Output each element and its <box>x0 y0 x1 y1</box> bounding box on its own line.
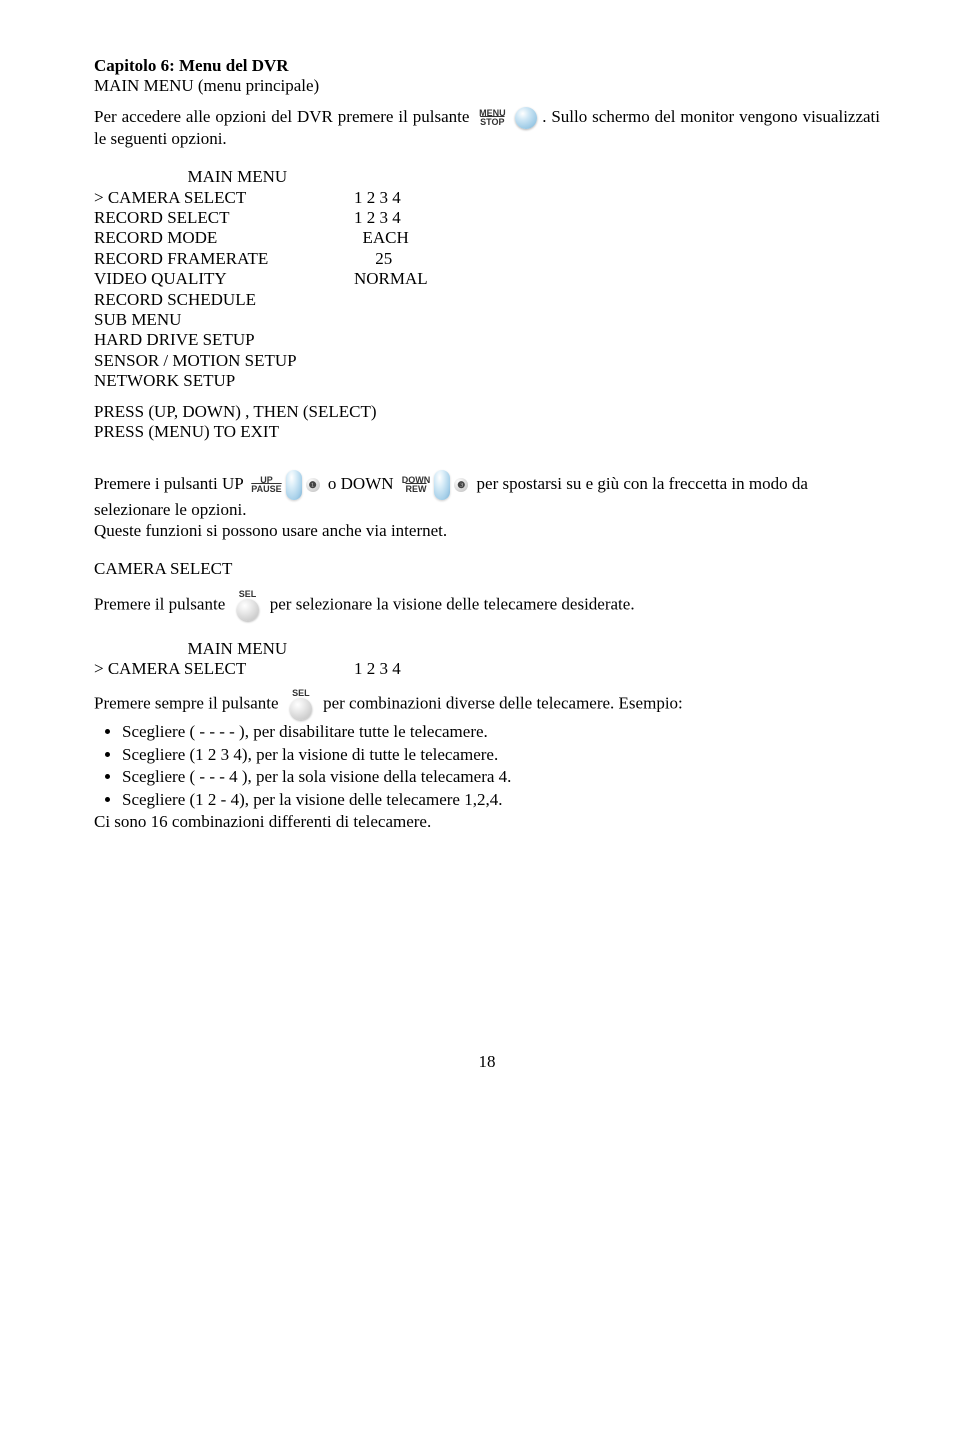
page-number: 18 <box>94 1052 880 1072</box>
camera-sempre-after: per combinazioni diverse delle telecamer… <box>323 694 683 713</box>
menu-item: RECORD SCHEDULE <box>94 290 354 310</box>
menu-value: 25 <box>354 249 474 269</box>
camera-bullet-list: Scegliere ( - - - - ), per disabilitare … <box>122 722 880 810</box>
intro-paragraph: Per accedere alle opzioni del DVR premer… <box>94 107 880 149</box>
menu-item: RECORD FRAMERATE <box>94 249 354 269</box>
camera-bullet: Scegliere (1 2 3 4), per la visione di t… <box>122 745 880 765</box>
camera-menu-value: 1 2 3 4 <box>354 659 474 679</box>
menu-hint-2: PRESS (MENU) TO EXIT <box>94 422 880 442</box>
menu-item: > CAMERA SELECT <box>94 188 354 208</box>
nav-text-a: Premere i pulsanti UP <box>94 474 247 493</box>
menu-item: HARD DRIVE SETUP <box>94 330 354 350</box>
camera-bullet: Scegliere (1 2 - 4), per la visione dell… <box>122 790 880 810</box>
down-pill-icon[interactable] <box>434 470 450 500</box>
menu-value: 1 2 3 4 <box>354 208 474 228</box>
menu-stop-button[interactable]: MENU STOP <box>474 109 510 127</box>
main-menu-block: MAIN MENU > CAMERA SELECT1 2 3 4 RECORD … <box>94 167 880 442</box>
camera-select-after: per selezionare la visione delle telecam… <box>270 594 635 613</box>
intro-text-before: Per accedere alle opzioni del DVR premer… <box>94 107 474 126</box>
sel-button-2[interactable]: SEL <box>283 689 319 720</box>
camera-footer: Ci sono 16 combinazioni differenti di te… <box>94 812 880 832</box>
sel-label: SEL <box>230 590 266 599</box>
up-button-cluster[interactable]: UP PAUSE ❶ <box>251 470 319 500</box>
menu-item: SENSOR / MOTION SETUP <box>94 351 354 371</box>
camera-bullet: Scegliere ( - - - - ), per disabilitare … <box>122 722 880 742</box>
menu-value: NORMAL <box>354 269 474 289</box>
nav-text-d: Queste funzioni si possono usare anche v… <box>94 521 880 541</box>
menu-item: VIDEO QUALITY <box>94 269 354 289</box>
chapter-title: Capitolo 6: Menu del DVR <box>94 56 880 76</box>
menu-hint-1: PRESS (UP, DOWN) , THEN (SELECT) <box>94 402 880 422</box>
camera-select-line: Premere il pulsante SEL per selezionare … <box>94 590 880 621</box>
menu-item: NETWORK SETUP <box>94 371 354 391</box>
camera-select-before: Premere il pulsante <box>94 594 230 613</box>
camera-sempre-before: Premere sempre il pulsante <box>94 694 283 713</box>
nav-sentence: Premere i pulsanti UP UP PAUSE ❶ o DOWN … <box>94 470 880 520</box>
menu-stop-icon[interactable] <box>515 107 537 129</box>
down-label-bottom: REW <box>406 485 427 494</box>
up-pill-icon[interactable] <box>286 470 302 500</box>
camera-sempre-line: Premere sempre il pulsante SEL per combi… <box>94 689 880 720</box>
sel-button[interactable]: SEL <box>230 590 266 621</box>
menu-value: EACH <box>354 228 474 248</box>
nav-text-b: o DOWN <box>328 474 398 493</box>
down-button-cluster[interactable]: DOWN REW ❸ <box>402 470 469 500</box>
up-label-bottom: PAUSE <box>251 485 281 494</box>
menu-value: 1 2 3 4 <box>354 188 474 208</box>
menu-item: SUB MENU <box>94 310 354 330</box>
camera-select-heading: CAMERA SELECT <box>94 559 880 579</box>
menu-item: RECORD SELECT <box>94 208 354 228</box>
menu-item: RECORD MODE <box>94 228 354 248</box>
down-number-icon: ❸ <box>454 478 468 492</box>
camera-menu-item: > CAMERA SELECT <box>94 659 354 679</box>
camera-bullet: Scegliere ( - - - 4 ), per la sola visio… <box>122 767 880 787</box>
sel-icon-2[interactable] <box>290 698 312 720</box>
main-menu-header: MAIN MENU <box>94 167 880 187</box>
up-number-icon: ❶ <box>306 478 320 492</box>
sel-label-2: SEL <box>283 689 319 698</box>
subtitle: MAIN MENU (menu principale) <box>94 76 880 96</box>
sel-icon[interactable] <box>237 599 259 621</box>
menu-stop-label-bottom: STOP <box>474 118 510 127</box>
camera-main-menu-header: MAIN MENU <box>94 639 880 659</box>
